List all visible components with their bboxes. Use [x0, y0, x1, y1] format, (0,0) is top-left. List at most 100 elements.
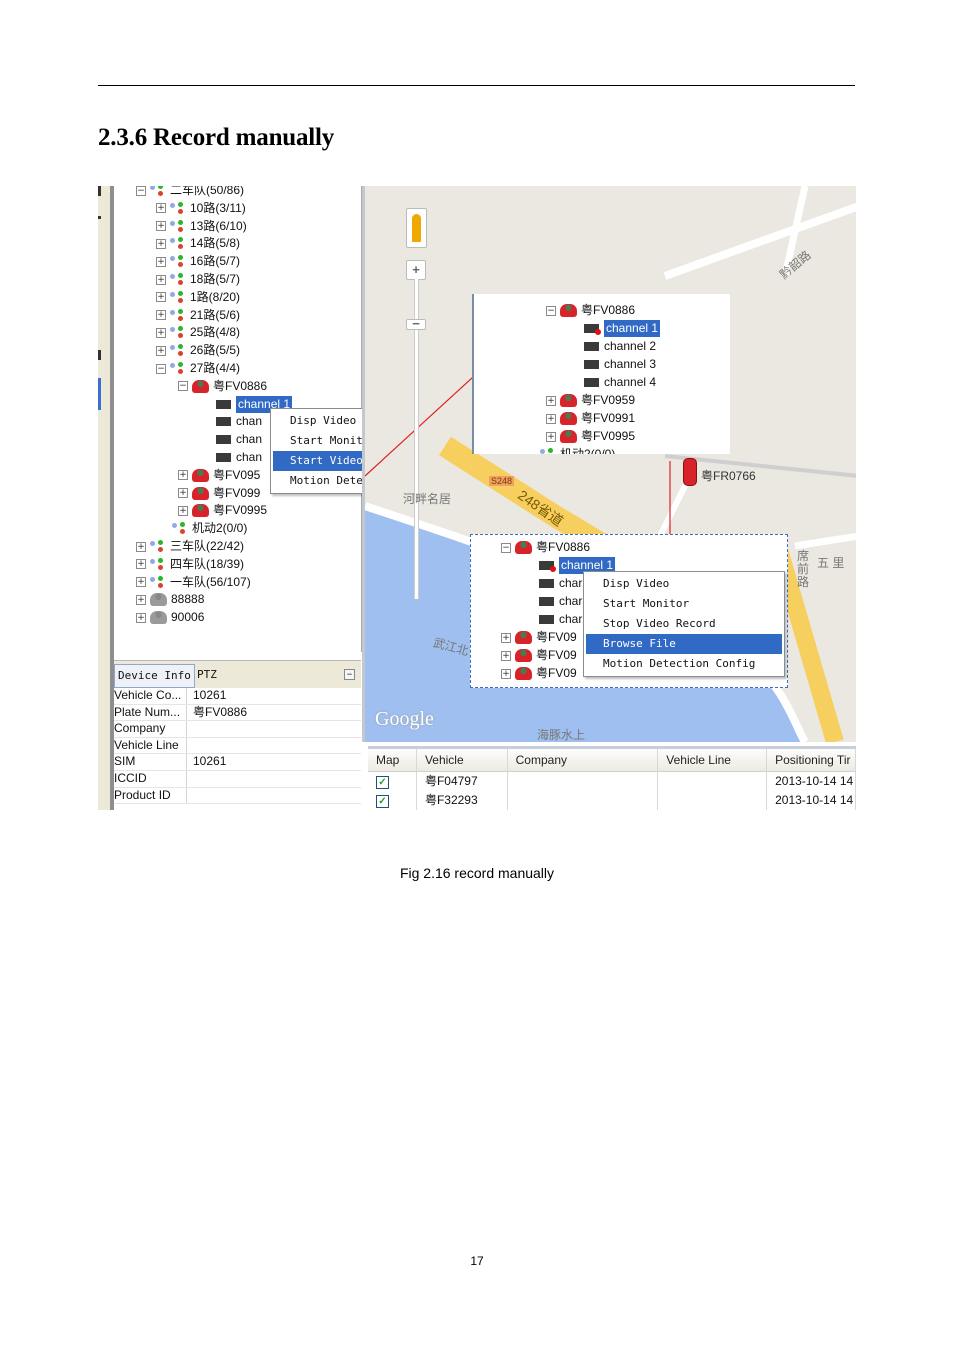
tree-vehicle[interactable]: + 粤FV095 [178, 467, 260, 484]
tree-group[interactable]: +21路(5/6) [156, 307, 240, 324]
vehicle-table: Map Vehicle Company Vehicle Line Positioning… [368, 746, 856, 810]
menu-item-browse-file[interactable]: Browse File [586, 634, 782, 654]
expand-icon[interactable]: + [156, 221, 166, 232]
tree-vehicle[interactable]: + 粤FV0995 [546, 428, 635, 445]
tree-vehicle[interactable]: + 粤FV09 [501, 665, 577, 682]
tree-device[interactable]: +90006 [136, 609, 204, 626]
tree-vehicle[interactable]: + 粤FV0959 [546, 392, 635, 409]
tree-channel[interactable]: char [539, 593, 582, 610]
expand-icon[interactable]: + [178, 488, 188, 499]
tree-channel[interactable]: char [539, 611, 582, 628]
column-header[interactable]: Vehicle [417, 749, 508, 771]
tree-group[interactable]: 机动2(0/0) [172, 520, 247, 537]
tree-group[interactable]: + 一车队(56/107) [136, 574, 251, 591]
expand-icon[interactable]: + [136, 612, 146, 623]
expand-icon[interactable]: + [156, 274, 166, 285]
tree-group[interactable]: + 四车队(18/39) [136, 556, 244, 573]
tab-device-info[interactable]: Device Info [114, 664, 195, 688]
car-icon [560, 394, 577, 407]
tree-vehicle[interactable]: + 粤FV09 [501, 647, 577, 664]
expand-icon[interactable]: + [156, 310, 166, 321]
tab-ptz[interactable]: PTZ [194, 664, 220, 686]
expand-icon[interactable]: + [546, 413, 556, 424]
column-header[interactable]: Map [368, 749, 417, 771]
tree-group[interactable]: +10路(3/11) [156, 200, 246, 217]
expand-icon[interactable]: + [136, 559, 146, 570]
tree-group[interactable]: 机动2(0/0) [540, 446, 615, 454]
tree-group[interactable]: +14路(5/8) [156, 235, 240, 252]
menu-item-motion-detection-config[interactable]: Motion Detection Config [586, 654, 782, 674]
collapse-icon[interactable]: − [546, 305, 556, 316]
tree-channel[interactable]: chan [216, 449, 262, 466]
tree-group[interactable]: − 27路(4/4) [156, 360, 240, 377]
expand-icon[interactable]: + [136, 594, 146, 605]
column-header[interactable]: Company [508, 749, 659, 771]
vehicle-label: 粤FV0886 [536, 540, 591, 554]
tree-group[interactable]: +13路(6/10) [156, 218, 247, 235]
expand-icon[interactable]: + [156, 238, 166, 249]
tree-vehicle[interactable]: − 粤FV0886 [546, 302, 635, 319]
menu-item-stop-video-record[interactable]: Stop Video Record [586, 614, 782, 634]
map-view[interactable]: + − 黔韶路 S248 248省道 河畔名居 武江北 海豚水上 席前路 五 里… [362, 186, 856, 742]
panel-tabs: Device Info PTZ − [114, 660, 361, 688]
tree-vehicle[interactable]: + 粤FV0991 [546, 410, 635, 427]
group-icon [170, 326, 186, 339]
tree-vehicle[interactable]: − 粤FV0886 [178, 378, 267, 395]
zoom-out-button[interactable]: − [406, 317, 426, 330]
expand-icon[interactable]: + [136, 577, 146, 588]
tree-vehicle[interactable]: − 粤FV0886 [501, 539, 590, 556]
expand-icon[interactable]: + [501, 650, 511, 661]
tree-group[interactable]: +25路(4/8) [156, 324, 240, 341]
map-checkbox[interactable]: ✓ [376, 795, 389, 808]
tree-channel[interactable]: char [539, 575, 582, 592]
expand-icon[interactable]: + [136, 541, 146, 552]
collapse-icon[interactable]: − [501, 542, 511, 553]
tree-group[interactable]: +26路(5/5) [156, 342, 240, 359]
street-view-pegman-icon[interactable] [406, 208, 427, 248]
tree-group[interactable]: +16路(5/7) [156, 253, 240, 270]
vehicle-label: 粤FV095 [213, 467, 261, 482]
tree-channel[interactable]: channel 4 [584, 374, 656, 391]
zoom-in-button[interactable]: + [406, 260, 426, 280]
expand-icon[interactable]: + [156, 292, 166, 303]
vehicle-marker-icon[interactable] [683, 458, 697, 486]
tree-channel[interactable]: channel 2 [584, 338, 656, 355]
tree-vehicle[interactable]: + 粤FV09 [501, 629, 577, 646]
map-checkbox[interactable]: ✓ [376, 776, 389, 789]
column-header[interactable]: Vehicle Line [658, 749, 768, 771]
expand-icon[interactable]: + [156, 203, 166, 214]
tree-vehicle[interactable]: + 粤FV0995 [178, 502, 267, 519]
tree-group[interactable]: +1路(8/20) [156, 289, 240, 306]
tree-channel[interactable]: channel 3 [584, 356, 656, 373]
info-value: 10261 [193, 754, 227, 769]
tree-group[interactable]: + 三车队(22/42) [136, 538, 244, 555]
column-header[interactable]: Positioning Tir [767, 749, 856, 771]
expand-icon[interactable]: + [156, 345, 166, 356]
expand-icon[interactable]: + [156, 327, 166, 338]
collapse-icon[interactable]: − [136, 186, 146, 196]
expand-icon[interactable]: + [501, 632, 511, 643]
menu-item-start-monitor[interactable]: Start Monitor [586, 594, 782, 614]
expand-icon[interactable]: + [546, 431, 556, 442]
device-info-grid: Vehicle Co... 10261 Plate Num... 粤FV0886 Com… [114, 688, 361, 810]
group-icon [150, 575, 166, 589]
table-row[interactable]: ✓ 粤F04797 2013-10-14 14 [368, 772, 856, 791]
expand-icon[interactable]: + [156, 256, 166, 267]
tree-channel[interactable]: channel 1 [584, 319, 662, 338]
expand-icon[interactable]: + [501, 668, 511, 679]
expand-icon[interactable]: + [178, 505, 188, 516]
collapse-icon[interactable]: − [344, 669, 355, 680]
table-row[interactable]: ✓ 粤F32293 2013-10-14 14 [368, 791, 856, 810]
tree-channel[interactable]: chan [216, 431, 262, 448]
expand-icon[interactable]: + [178, 470, 188, 481]
tree-group[interactable]: − 二车队(50/86) [136, 186, 244, 199]
tree-vehicle[interactable]: + 粤FV099 [178, 485, 260, 502]
tree-group[interactable]: +18路(5/7) [156, 271, 240, 288]
collapse-icon[interactable]: − [178, 381, 188, 392]
expand-icon[interactable]: + [546, 395, 556, 406]
menu-item-disp-video[interactable]: Disp Video [586, 574, 782, 594]
tree-group-label: 18路(5/7) [190, 272, 241, 286]
tree-device[interactable]: +88888 [136, 591, 204, 608]
tree-channel[interactable]: chan [216, 413, 262, 430]
collapse-icon[interactable]: − [156, 363, 166, 374]
